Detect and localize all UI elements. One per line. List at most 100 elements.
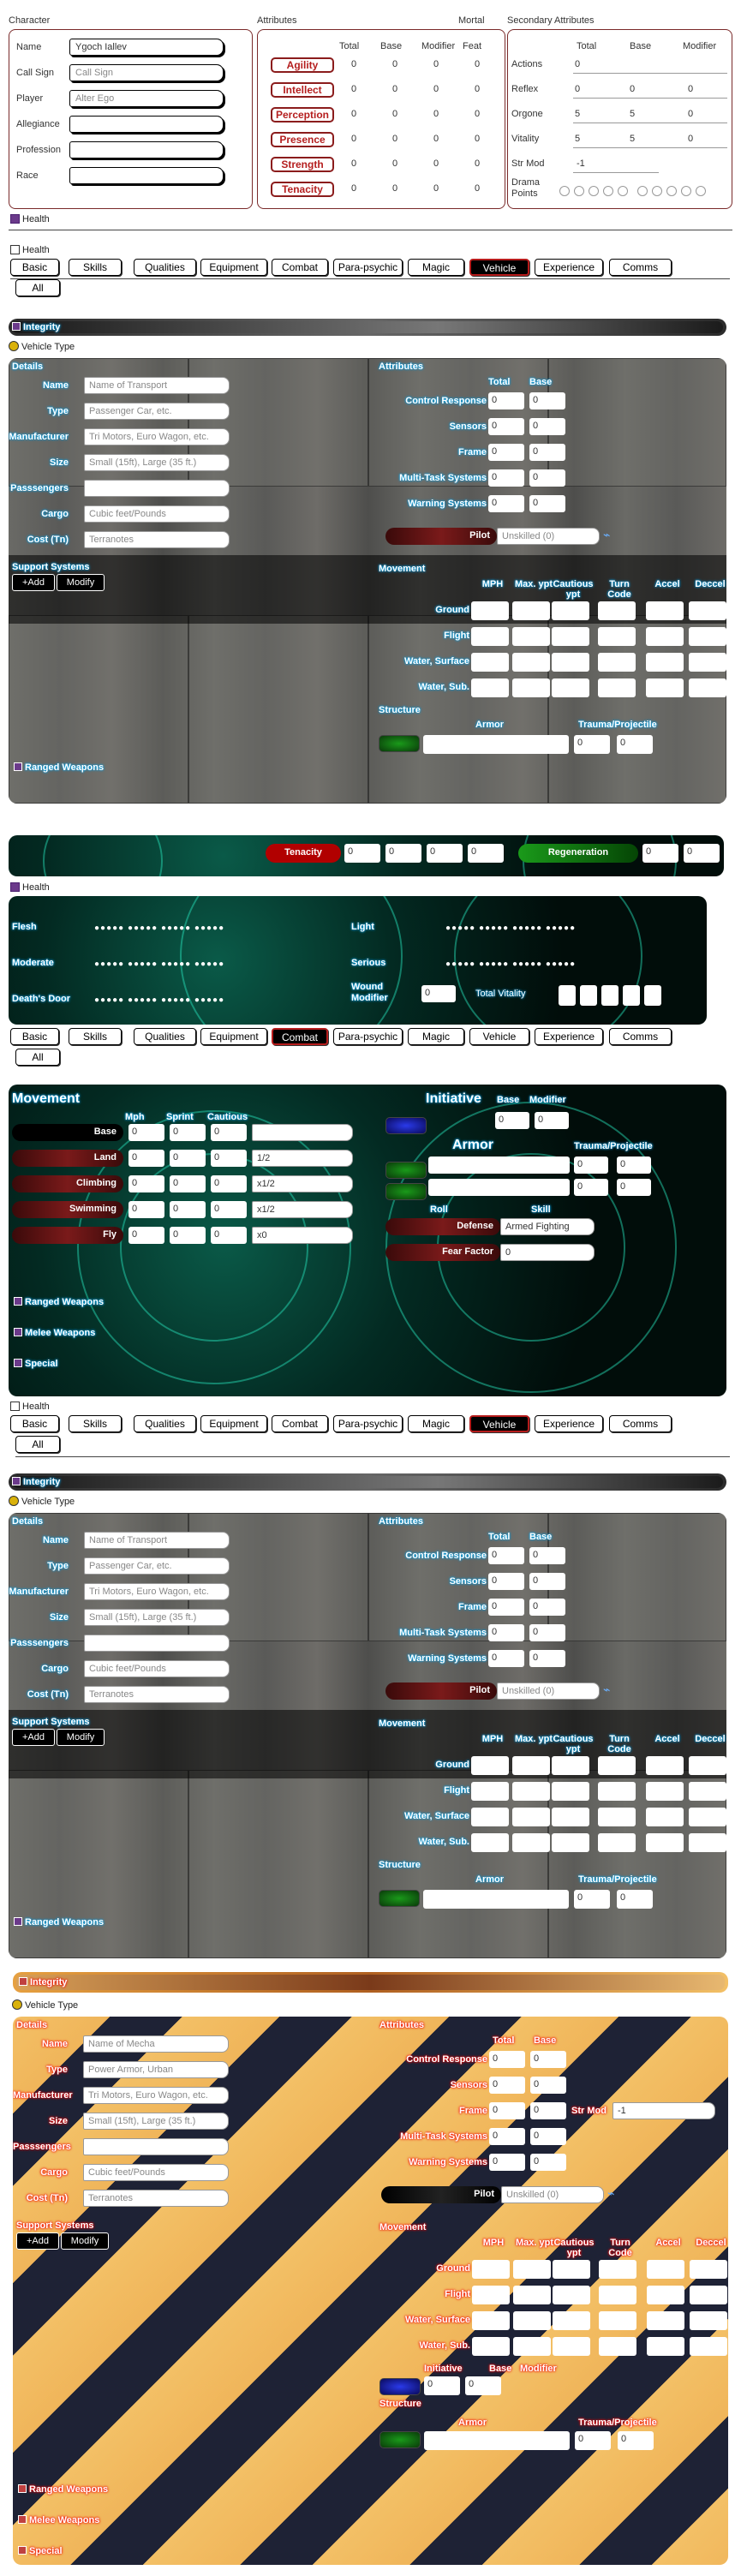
detail-input-5[interactable]: Cubic feet/Pounds (83, 2164, 229, 2181)
character-field-3[interactable] (69, 116, 224, 133)
move-note[interactable]: x0 (252, 1227, 353, 1244)
checkbox-icon[interactable] (18, 2515, 27, 2524)
vehicle-attr-total[interactable]: 0 (489, 2154, 525, 2171)
modify-support-button[interactable]: Modify (57, 1729, 105, 1746)
regen-value[interactable]: 0 (684, 844, 720, 863)
move-cell[interactable] (513, 2311, 551, 2330)
melee-weapons-toggle[interactable]: Melee Weapons (18, 2515, 99, 2525)
v1-integrity-label[interactable]: Integrity (12, 322, 60, 332)
armor-toggle-button-2[interactable] (385, 1183, 427, 1200)
move-mph[interactable]: 0 (128, 1175, 164, 1192)
checkbox-icon[interactable] (14, 1359, 22, 1367)
armor-toggle-button[interactable] (385, 1162, 427, 1179)
v2-integrity-label[interactable]: Integrity (12, 1477, 60, 1487)
move-cautious[interactable]: 0 (211, 1227, 247, 1244)
move-cell[interactable] (646, 1782, 684, 1801)
vehicle-attr-total[interactable]: 0 (489, 2051, 525, 2068)
armor-input[interactable] (424, 2431, 570, 2450)
move-cell[interactable] (553, 2337, 590, 2356)
row2-tab-experience[interactable]: Experience (535, 1028, 603, 1045)
drama-point-circle[interactable] (681, 186, 691, 196)
row2-tab-comms[interactable]: Comms (609, 1028, 672, 1045)
trauma-value[interactable]: 0 (574, 735, 610, 754)
armor-input-2[interactable] (428, 1179, 570, 1196)
row3-tab-vehicle[interactable]: Vehicle (469, 1415, 529, 1432)
tenacity-value[interactable]: 0 (427, 844, 463, 863)
move-cell[interactable] (598, 1833, 636, 1852)
drama-point-circle[interactable] (637, 186, 648, 196)
vehicle-attr-base[interactable]: 0 (530, 2102, 566, 2119)
ranged-weapons-toggle[interactable]: Ranged Weapons (14, 1297, 104, 1307)
move-cell[interactable] (690, 2311, 727, 2330)
move-cell[interactable] (513, 2260, 551, 2279)
move-cell[interactable] (599, 2260, 636, 2279)
projectile-value[interactable]: 0 (618, 2431, 654, 2450)
vehicle-attr-total[interactable]: 0 (488, 495, 524, 512)
move-cell[interactable] (647, 2311, 684, 2330)
move-cell[interactable] (553, 2260, 590, 2279)
detail-input-6[interactable]: Terranotes (84, 1686, 230, 1703)
character-field-5[interactable] (69, 167, 224, 184)
move-cell[interactable] (512, 1808, 550, 1826)
armor-toggle-button[interactable] (379, 735, 420, 752)
pilot-skill-select[interactable]: Unskilled (0) (501, 2186, 604, 2203)
move-cell[interactable] (690, 2337, 727, 2356)
health-toggle-2[interactable]: Health (10, 882, 50, 893)
attr-button-presence[interactable]: Presence (271, 132, 334, 147)
tenacity-value[interactable]: 0 (468, 844, 504, 863)
regeneration-button[interactable]: Regeneration (518, 844, 638, 863)
vehicle-attr-total[interactable]: 0 (488, 1650, 524, 1667)
vehicle-attr-total[interactable]: 0 (488, 1547, 524, 1564)
move-mph[interactable]: 0 (128, 1150, 164, 1167)
checkbox-icon[interactable] (10, 245, 20, 254)
wound-modifier-value[interactable]: 0 (421, 985, 456, 1002)
move-cell[interactable] (598, 1756, 636, 1775)
initiative-roll-button[interactable] (379, 2378, 421, 2395)
drama-point-circle[interactable] (618, 186, 628, 196)
fear-factor-value[interactable]: 0 (500, 1244, 595, 1261)
move-cell[interactable] (598, 1782, 636, 1801)
tenacity-value[interactable]: 0 (385, 844, 421, 863)
vitality-box[interactable] (580, 985, 597, 1006)
move-cell[interactable] (646, 1833, 684, 1852)
vehicle-attr-base[interactable]: 0 (529, 1599, 565, 1616)
move-cell[interactable] (552, 1782, 589, 1801)
row1-tab-comms[interactable]: Comms (609, 259, 672, 276)
vehicle-attr-total[interactable]: 0 (488, 1599, 524, 1616)
armor-input[interactable] (428, 1157, 570, 1174)
trauma-value-2[interactable]: 0 (574, 1179, 608, 1196)
move-cell[interactable] (553, 2311, 590, 2330)
row2-tab-qualities[interactable]: Qualities (134, 1028, 196, 1045)
regen-value[interactable]: 0 (642, 844, 678, 863)
vehicle-attr-base[interactable]: 0 (529, 418, 565, 435)
drama-point-circle[interactable] (666, 186, 677, 196)
health-dots[interactable]: ●●●●● ●●●●● ●●●●● ●●●●● (94, 959, 224, 969)
ranged-weapons-toggle[interactable]: Ranged Weapons (14, 762, 104, 773)
health-dots[interactable]: ●●●●● ●●●●● ●●●●● ●●●●● (445, 959, 576, 969)
vehicle-attr-base[interactable]: 0 (530, 2128, 566, 2145)
row2-tab-basic[interactable]: Basic (10, 1028, 59, 1045)
row3-tab-combat[interactable]: Combat (272, 1415, 328, 1432)
move-note[interactable] (252, 1124, 353, 1141)
row2-tab-skills[interactable]: Skills (69, 1028, 122, 1045)
row1-tab-magic[interactable]: Magic (408, 259, 464, 276)
modify-support-button[interactable]: Modify (57, 574, 105, 591)
projectile-value[interactable]: 0 (617, 735, 653, 754)
move-cell[interactable] (598, 627, 636, 646)
move-cell[interactable] (599, 2337, 636, 2356)
checkbox-icon[interactable] (14, 1297, 22, 1306)
detail-input-1[interactable]: Passenger Car, etc. (84, 403, 230, 420)
move-cell[interactable] (690, 2286, 727, 2304)
row1-tab-experience[interactable]: Experience (535, 259, 603, 276)
row1-tab-skills[interactable]: Skills (69, 259, 122, 276)
move-cell[interactable] (646, 627, 684, 646)
trauma-value[interactable]: 0 (575, 2431, 611, 2450)
character-field-0[interactable]: Ygoch Iallev (69, 39, 224, 56)
move-cell[interactable] (599, 2286, 636, 2304)
move-cautious[interactable]: 0 (211, 1175, 247, 1192)
vehicle-attr-base[interactable]: 0 (529, 1650, 565, 1667)
vehicle-attr-base[interactable]: 0 (529, 1624, 565, 1641)
row2-tab-para-psychic[interactable]: Para-psychic (333, 1028, 403, 1045)
detail-input-2[interactable]: Tri Motors, Euro Wagon, etc. (83, 2087, 229, 2104)
move-cell[interactable] (647, 2260, 684, 2279)
